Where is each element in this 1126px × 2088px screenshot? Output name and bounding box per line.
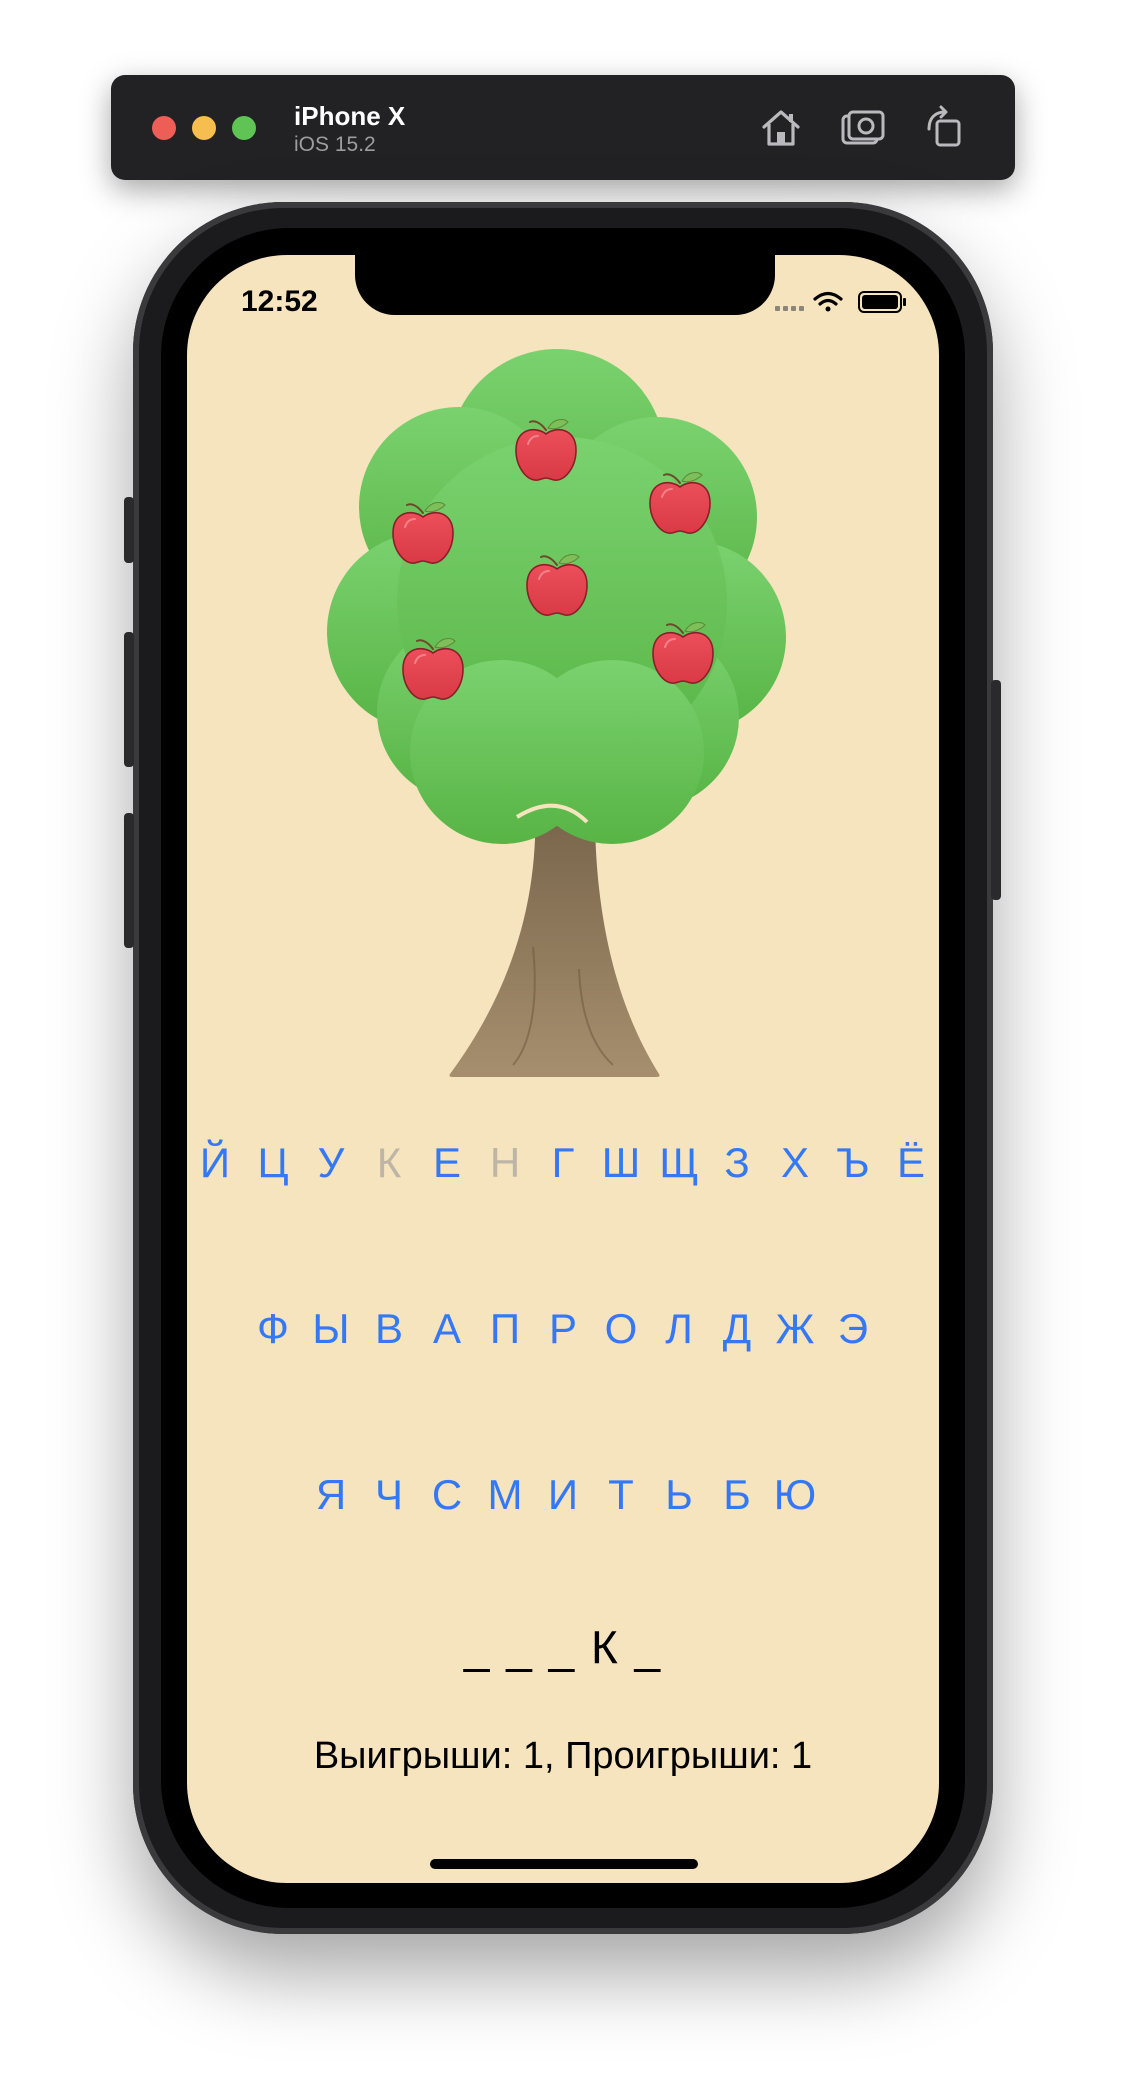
letter-key[interactable]: Е	[418, 1128, 476, 1198]
letter-key[interactable]: Й	[187, 1128, 244, 1198]
keyboard-row-2: ФЫВАПРОЛДЖЭ	[187, 1294, 939, 1364]
simulator-toolbar: iPhone X iOS 15.2	[111, 75, 1015, 180]
letter-key[interactable]: С	[418, 1460, 476, 1530]
letter-key[interactable]: Ц	[244, 1128, 302, 1198]
letter-key[interactable]: О	[592, 1294, 650, 1364]
letter-key[interactable]: Щ	[650, 1128, 708, 1198]
volume-up-button	[124, 632, 134, 767]
letter-key[interactable]: Ь	[650, 1460, 708, 1530]
letter-key[interactable]: Д	[708, 1294, 766, 1364]
apple-tree-image	[327, 349, 786, 1077]
stage: iPhone X iOS 15.2 12:52 Й Ц У К Е Н Г Ш …	[0, 0, 1126, 2088]
letter-key[interactable]: Ж	[766, 1294, 824, 1364]
letter-key[interactable]: А	[418, 1294, 476, 1364]
keyboard-row-3: ЯЧСМИТЬБЮ	[187, 1460, 939, 1530]
rotate-icon[interactable]	[921, 103, 971, 153]
status-time: 12:52	[241, 285, 318, 318]
letter-key[interactable]: И	[534, 1460, 592, 1530]
device-name: iPhone X	[294, 101, 406, 131]
letter-key[interactable]: Х	[766, 1128, 824, 1198]
letter-key: Н	[476, 1128, 534, 1198]
letter-key[interactable]: Л	[650, 1294, 708, 1364]
letter-key[interactable]: Р	[534, 1294, 592, 1364]
mute-switch	[124, 497, 134, 563]
os-version: iOS 15.2	[294, 133, 376, 156]
score-label: Выигрыши: 1, Проигрыши: 1	[313, 1735, 813, 1777]
volume-down-button	[124, 813, 134, 948]
letter-key[interactable]: Т	[592, 1460, 650, 1530]
home-indicator[interactable]	[430, 1859, 698, 1869]
letter-key[interactable]: Я	[302, 1460, 360, 1530]
letter-key[interactable]: Ф	[244, 1294, 302, 1364]
letter-key[interactable]: Б	[708, 1460, 766, 1530]
letter-key[interactable]: Ё	[882, 1128, 939, 1198]
letter-key[interactable]: З	[708, 1128, 766, 1198]
status-icons	[775, 291, 906, 313]
letter-key[interactable]: У	[302, 1128, 360, 1198]
letter-key[interactable]: М	[476, 1460, 534, 1530]
battery-icon	[858, 291, 906, 313]
tree-trunk	[449, 805, 660, 1077]
letter-key[interactable]: Э	[824, 1294, 882, 1364]
wifi-icon	[813, 291, 843, 312]
letter-key[interactable]: Ш	[592, 1128, 650, 1198]
letter-key[interactable]: Ъ	[824, 1128, 882, 1198]
letter-key: К	[360, 1128, 418, 1198]
letter-key[interactable]: В	[360, 1294, 418, 1364]
letter-key[interactable]: Ч	[360, 1460, 418, 1530]
notch	[355, 255, 775, 315]
close-window-button[interactable]	[152, 116, 176, 140]
app-screen: 12:52 Й Ц У К Е Н Г Ш Щ З Х Ъ Ё Ф Ы В А …	[187, 255, 939, 1883]
letter-key[interactable]: Г	[534, 1128, 592, 1198]
letter-key[interactable]: Ы	[302, 1294, 360, 1364]
side-button	[991, 680, 1001, 900]
cellular-icon	[775, 306, 804, 311]
zoom-window-button[interactable]	[232, 116, 256, 140]
minimize-window-button[interactable]	[192, 116, 216, 140]
keyboard-row-1: ЙЦУКЕНГШЩЗХЪЁ	[187, 1128, 939, 1198]
screenshot-icon[interactable]	[838, 103, 888, 153]
letter-key[interactable]: П	[476, 1294, 534, 1364]
home-icon[interactable]	[756, 103, 806, 153]
guessed-word: _ _ _ К _	[463, 1621, 663, 1673]
letter-key[interactable]: Ю	[766, 1460, 824, 1530]
